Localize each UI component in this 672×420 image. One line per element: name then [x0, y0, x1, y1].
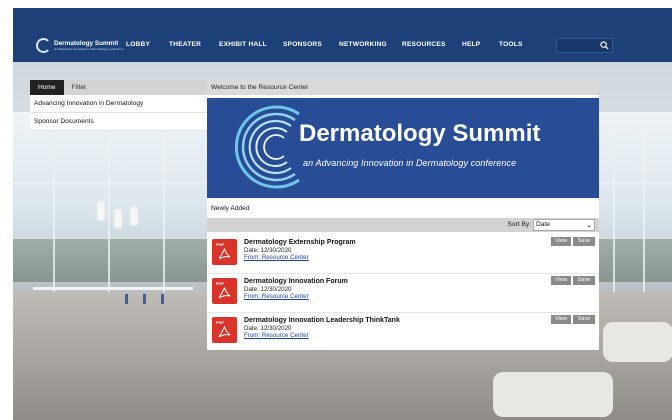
document-source-link[interactable]: From: Resource Center — [244, 293, 309, 300]
pdf-icon: PDF — [212, 239, 237, 265]
document-date: Date: 12/30/2020 — [244, 247, 292, 254]
search-input[interactable] — [556, 38, 613, 53]
event-banner: Dermatology Summit an Advancing Innovati… — [207, 98, 599, 198]
search-icon[interactable] — [600, 41, 609, 50]
sort-label: Sort By: — [507, 221, 531, 228]
category-list: Advancing Innovation in Dermatology Spon… — [30, 95, 207, 131]
category-item-sponsor-documents[interactable]: Sponsor Documents — [30, 113, 207, 131]
view-button[interactable]: View — [551, 237, 571, 246]
resource-center-panel: Welcome to the Resource Center Dermatolo… — [207, 80, 599, 350]
document-source-link[interactable]: From: Resource Center — [244, 254, 309, 261]
tab-filter[interactable]: Filter — [64, 80, 95, 95]
nav-item-theater[interactable]: THEATER — [169, 41, 201, 48]
sort-select[interactable]: Date ⌄ — [533, 219, 595, 231]
document-title: Dermatology Externship Program — [244, 239, 356, 246]
save-button[interactable]: Save — [573, 237, 595, 246]
banner-title: Dermatology Summit — [299, 120, 541, 147]
view-button[interactable]: View — [551, 315, 571, 324]
document-row: PDF Dermatology Innovation Leadership Th… — [207, 314, 599, 352]
save-button[interactable]: Save — [573, 315, 595, 324]
site-logo[interactable]: Dermatology Summit an Advancing Innovati… — [36, 35, 123, 55]
nav-item-help[interactable]: HELP — [462, 41, 480, 48]
document-date: Date: 12/30/2020 — [244, 325, 292, 332]
document-row: PDF Dermatology Externship Program Date:… — [207, 236, 599, 274]
logo-title: Dermatology Summit — [54, 39, 119, 47]
section-label: Newly Added — [211, 205, 250, 212]
chevron-down-icon: ⌄ — [586, 222, 592, 229]
nav-item-exhibit-hall[interactable]: EXHIBIT HALL — [219, 41, 267, 48]
resource-navigation-panel: Home Filter Advancing Innovation in Derm… — [30, 80, 207, 131]
page-frame: Dermatology Summit an Advancing Innovati… — [0, 0, 672, 420]
document-row: PDF Dermatology Innovation Forum Date: 1… — [207, 275, 599, 313]
nav-item-networking[interactable]: NETWORKING — [339, 41, 387, 48]
tab-home[interactable]: Home — [30, 80, 64, 95]
sort-selected-value: Date — [536, 221, 550, 228]
pdf-icon: PDF — [212, 317, 237, 343]
panel-header: Welcome to the Resource Center — [207, 80, 599, 95]
pdf-icon: PDF — [212, 278, 237, 304]
nav-item-sponsors[interactable]: SPONSORS — [283, 41, 322, 48]
category-item-advancing-innovation[interactable]: Advancing Innovation in Dermatology — [30, 95, 207, 113]
save-button[interactable]: Save — [573, 276, 595, 285]
logo-tagline: an Advancing Innovation in Dermatology c… — [54, 46, 124, 51]
view-button[interactable]: View — [551, 276, 571, 285]
logo-mark-icon — [36, 37, 51, 53]
banner-subtitle: an Advancing Innovation in Dermatology c… — [303, 158, 517, 168]
document-title: Dermatology Innovation Leadership ThinkT… — [244, 317, 400, 324]
nav-item-resources[interactable]: RESOURCES — [402, 41, 446, 48]
document-source-link[interactable]: From: Resource Center — [244, 332, 309, 339]
virtual-event-app: Dermatology Summit an Advancing Innovati… — [13, 8, 672, 420]
nav-item-lobby[interactable]: LOBBY — [126, 41, 150, 48]
top-navigation-bar: Dermatology Summit an Advancing Innovati… — [13, 8, 672, 62]
document-date: Date: 12/30/2020 — [244, 286, 292, 293]
panel-tabs: Home Filter — [30, 80, 207, 95]
sort-bar: Sort By: Date ⌄ — [207, 218, 599, 232]
document-title: Dermatology Innovation Forum — [244, 278, 348, 285]
nav-item-tools[interactable]: TOOLS — [499, 41, 523, 48]
